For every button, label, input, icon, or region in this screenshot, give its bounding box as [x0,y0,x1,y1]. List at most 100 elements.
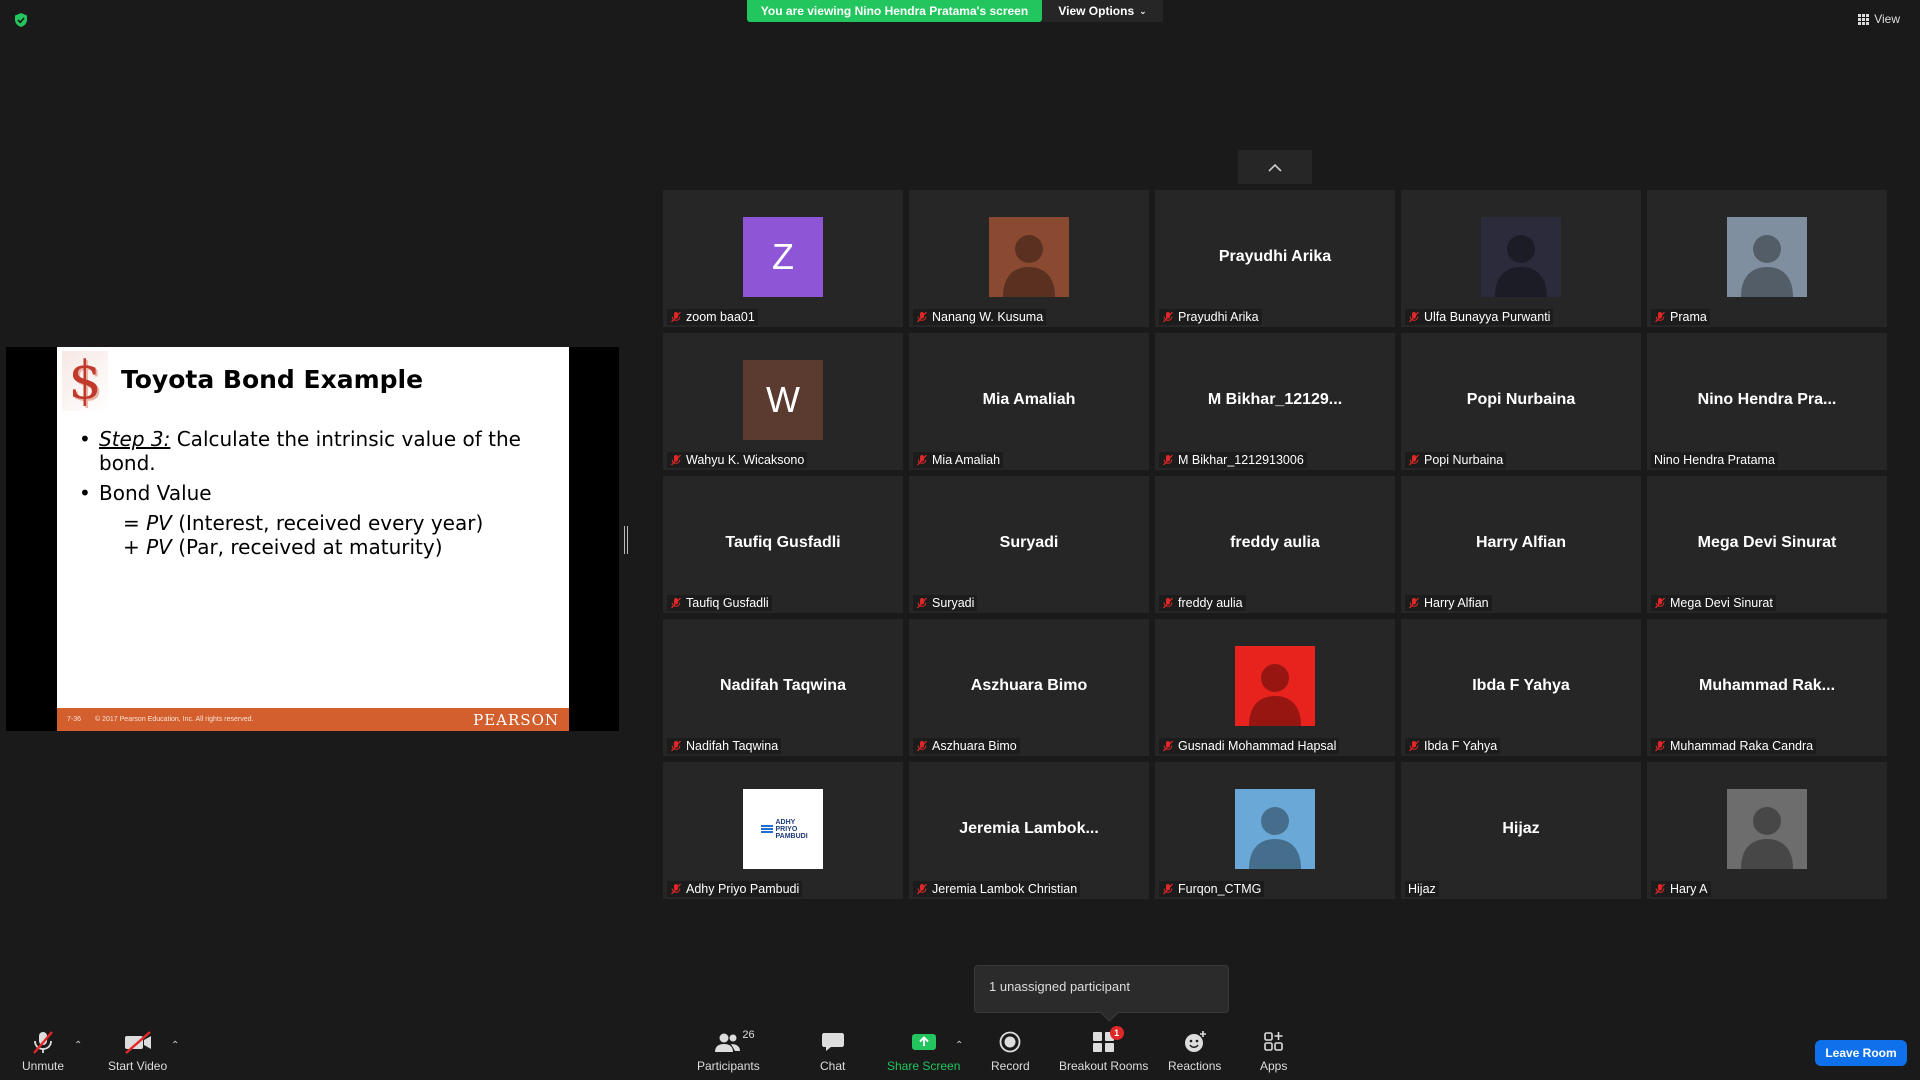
participant-name-label: Harry Alfian [1405,595,1492,611]
participant-tile[interactable]: Nadifah Taqwina Nadifah Taqwina [663,619,903,756]
participant-name-label: Nanang W. Kusuma [913,309,1047,325]
participant-tile[interactable]: Harry Alfian Harry Alfian [1401,476,1641,613]
viewing-screen-banner: You are viewing Nino Hendra Pratama's sc… [747,0,1042,22]
participant-tile[interactable]: Jeremia Lambok... Jeremia Lambok Christia… [909,762,1149,899]
slide-footer: 7-36 © 2017 Pearson Education, Inc. All … [57,708,569,731]
participant-display-name: Nadifah Taqwina [720,677,846,694]
share-options-caret-icon[interactable]: ⌃ [955,1040,963,1051]
participant-tile[interactable]: Ulfa Bunayya Purwanti [1401,190,1641,327]
microphone-muted-icon [671,597,681,609]
participant-tile[interactable]: Prama [1647,190,1887,327]
reactions-button[interactable]: Reactions [1168,1028,1221,1073]
participant-tile[interactable]: Taufiq Gusfadli Taufiq Gusfadli [663,476,903,613]
participant-tile[interactable]: Zzoom baa01 [663,190,903,327]
participant-tile[interactable]: Hary A [1647,762,1887,899]
share-screen-label: Share Screen [887,1059,961,1073]
participant-tile[interactable]: Hijaz Hijaz [1401,762,1641,899]
participant-name-label: Ulfa Bunayya Purwanti [1405,309,1554,325]
participant-name-label: Adhy Priyo Pambudi [667,881,803,897]
security-shield-icon[interactable] [14,13,28,27]
bullet-step-3: • Step 3: Calculate the intrinsic value … [79,427,521,475]
participant-display-name: Mega Devi Sinurat [1697,534,1837,551]
presentation-slide: $ Toyota Bond Example • Step 3: Calculat… [57,347,569,731]
microphone-muted-icon [1655,597,1665,609]
microphone-muted-icon [917,883,927,895]
participant-tile[interactable]: ADHY PRIYO PAMBUDI Adhy Priyo Pambudi [663,762,903,899]
participant-display-name: Suryadi [999,534,1059,551]
resize-splitter-handle[interactable] [624,526,628,554]
step-label: Step 3: [99,427,171,451]
participant-name-label: M Bikhar_1212913006 [1159,452,1307,468]
participants-icon [715,1033,741,1052]
start-video-button[interactable]: Start Video [108,1028,167,1073]
leave-room-button[interactable]: Leave Room [1815,1040,1907,1066]
formula-line-2: + PV (Par, received at maturity) [123,535,443,559]
gallery-scroll-up-button[interactable] [1238,150,1312,184]
slide-title: Toyota Bond Example [121,365,424,394]
participant-tile[interactable]: Mia Amaliah Mia Amaliah [909,333,1149,470]
chevron-down-icon: ⌄ [1139,5,1147,16]
chat-icon [821,1033,844,1051]
start-video-label: Start Video [108,1059,168,1073]
microphone-muted-icon [1655,883,1665,895]
formula-line-1: = PV (Interest, received every year) [123,511,484,535]
participant-tile[interactable]: Popi Nurbaina Popi Nurbaina [1401,333,1641,470]
participant-display-name: M Bikhar_12129... [1207,391,1343,408]
participant-tile[interactable]: Muhammad Rak... Muhammad Raka Candra [1647,619,1887,756]
record-icon [999,1031,1021,1053]
microphone-muted-icon [1409,454,1419,466]
video-options-caret-icon[interactable]: ⌃ [171,1040,179,1051]
shared-screen[interactable]: $ Toyota Bond Example • Step 3: Calculat… [6,347,619,731]
bullet-bond-value: • Bond Value [79,481,212,505]
participant-tile[interactable]: Ibda F Yahya Ibda F Yahya [1401,619,1641,756]
participants-button[interactable]: 26 Participants [697,1028,760,1073]
participant-name-label: Taufiq Gusfadli [667,595,772,611]
participant-tile[interactable]: W Wahyu K. Wicaksono [663,333,903,470]
participant-tile[interactable]: Gusnadi Mohammad Hapsal [1155,619,1395,756]
audio-options-caret-icon[interactable]: ⌃ [74,1040,82,1051]
participant-tile[interactable]: freddy aulia freddy aulia [1155,476,1395,613]
participant-name-label: Prama [1651,309,1710,325]
chat-button[interactable]: Chat [820,1028,845,1073]
participant-display-name: freddy aulia [1230,534,1320,551]
participant-name-label: zoom baa01 [667,309,758,325]
participant-display-name: Jeremia Lambok... [959,820,1099,837]
participant-display-name: Prayudhi Arika [1218,248,1332,265]
record-button[interactable]: Record [991,1028,1030,1073]
participant-tile[interactable]: Suryadi Suryadi [909,476,1149,613]
participant-tile[interactable]: M Bikhar_12129... M Bikhar_1212913006 [1155,333,1395,470]
participant-name-label: freddy aulia [1159,595,1246,611]
participant-display-name: Aszhuara Bimo [970,677,1088,694]
share-screen-button[interactable]: Share Screen [887,1028,960,1073]
participant-name-label: Jeremia Lambok Christian [913,881,1081,897]
reactions-label: Reactions [1168,1059,1222,1073]
breakout-rooms-button[interactable]: 1 Breakout Rooms [1059,1026,1149,1073]
participant-tile[interactable]: Mega Devi Sinurat Mega Devi Sinurat [1647,476,1887,613]
participant-tile[interactable]: Prayudhi Arika Prayudhi Arika [1155,190,1395,327]
participant-name-label: Hary A [1651,881,1711,897]
breakout-rooms-badge: 1 [1109,1026,1124,1040]
reactions-icon [1184,1031,1206,1052]
microphone-muted-icon [917,740,927,752]
apps-button[interactable]: Apps [1260,1028,1287,1073]
participant-tile[interactable]: Aszhuara Bimo Aszhuara Bimo [909,619,1149,756]
chevron-up-icon [1268,163,1282,172]
slide-page-number: 7-36 [67,716,82,723]
participant-name-label: Prayudhi Arika [1159,309,1262,325]
participant-name-label: Mega Devi Sinurat [1651,595,1776,611]
participant-tile[interactable]: Furqon_CTMG [1155,762,1395,899]
participant-display-name: Harry Alfian [1475,534,1567,551]
microphone-muted-icon [671,454,681,466]
participant-name-label: Nadifah Taqwina [667,738,782,754]
microphone-muted-icon [1163,740,1173,752]
view-button[interactable]: View [1858,12,1900,26]
participant-tile[interactable]: Nino Hendra Pra... Nino Hendra Pratama [1647,333,1887,470]
participant-tile[interactable]: Nanang W. Kusuma [909,190,1149,327]
avatar [1727,217,1807,297]
participant-name-label: Wahyu K. Wicaksono [667,452,808,468]
participant-name-label: Nino Hendra Pratama [1651,452,1778,468]
view-options-button[interactable]: View Options ⌄ [1042,0,1163,22]
unmute-button[interactable]: Unmute [22,1028,64,1073]
breakout-rooms-label: Breakout Rooms [1059,1059,1149,1073]
chat-label: Chat [820,1059,846,1073]
